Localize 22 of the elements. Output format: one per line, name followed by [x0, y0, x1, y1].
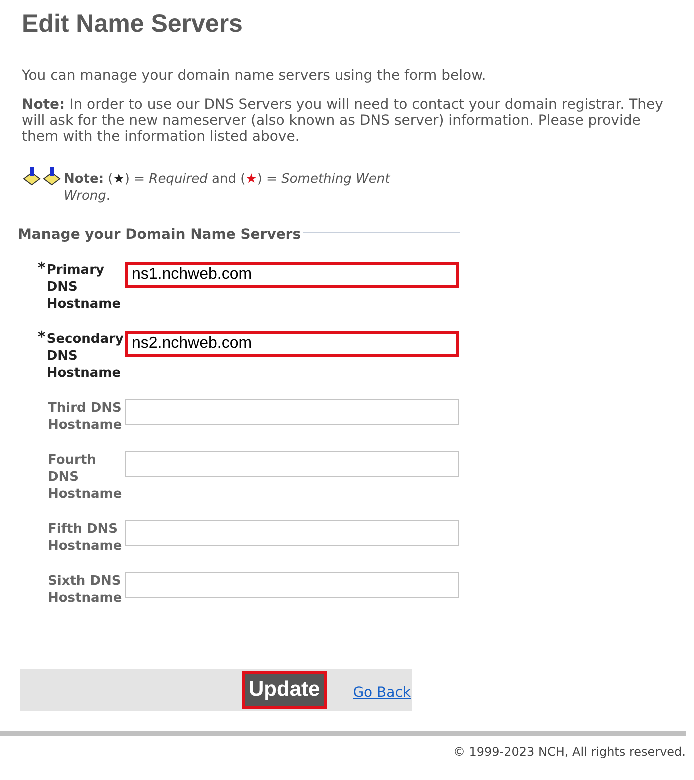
intro-text: You can manage your domain name servers using the form below.: [22, 66, 488, 86]
hostname-field[interactable]: ns1.nchweb.com: [125, 262, 459, 288]
hostname-field[interactable]: ns2.nchweb.com: [125, 330, 459, 356]
page-title: Edit Name Servers: [22, 9, 243, 40]
field-label: Primary DNS Hostname: [46, 262, 122, 312]
required-marker: *: [38, 262, 46, 274]
field-label: Secondary DNS Hostname: [46, 330, 125, 382]
field-label: Sixth DNS Hostname: [48, 572, 124, 606]
go-back-link[interactable]: Go Back: [353, 683, 412, 704]
section-title: Manage your Domain Name Servers: [18, 226, 302, 244]
field-label: Third DNS Hostname: [48, 400, 124, 434]
field-label: Fourth DNS Hostname: [48, 452, 124, 502]
note-text: Note: In order to use our DNS Servers you will need to contact your domain registrar. They will ask for the new nameserver (also known as DNS server) information. Please provide them with the information listed above.: [22, 96, 664, 144]
update-button[interactable]: Update: [242, 670, 328, 708]
hostname-field[interactable]: [125, 398, 459, 424]
field-label: Fifth DNS Hostname: [48, 520, 124, 554]
legend-note: Note: (★) = Required and (★) = Something Went Wrong.: [64, 170, 392, 204]
hostname-field[interactable]: [125, 572, 459, 598]
copyright-text: © 1999-2023 NCH, All rights reserved.: [453, 744, 686, 760]
required-marker: *: [38, 330, 46, 344]
hostname-field[interactable]: [125, 520, 459, 546]
hostname-field[interactable]: [125, 450, 459, 476]
